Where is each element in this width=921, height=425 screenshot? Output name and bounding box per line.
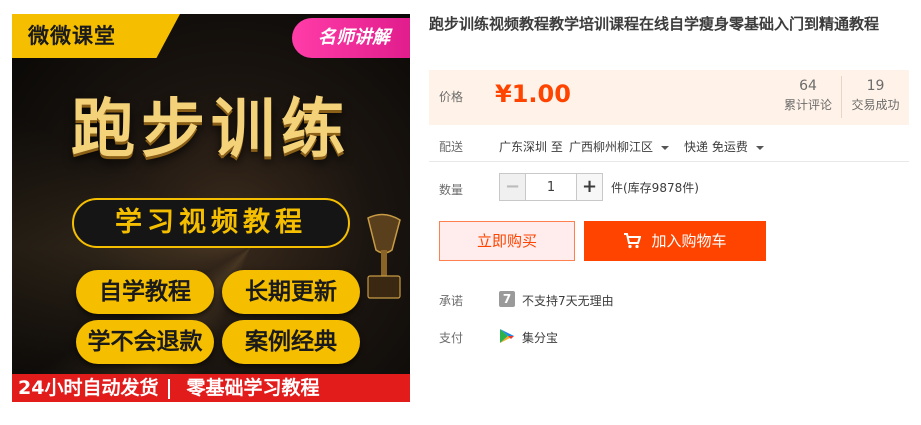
banner-divider xyxy=(168,378,171,399)
promise-label: 承诺 xyxy=(439,294,464,308)
reviews-count: 64 xyxy=(799,78,817,94)
shipping-destination-select[interactable]: 广西柳州柳江区 xyxy=(569,138,670,155)
product-image[interactable]: 微微课堂 名师讲解 跑步训练 学习视频教程 自学教程 长期更新 学不会退款 案例… xyxy=(12,14,410,402)
shipping-row: 配送 广东深圳 至 广西柳州柳江区 快递 免运费 xyxy=(429,130,909,162)
teacher-badge: 名师讲解 xyxy=(292,18,410,58)
banner-text: 24小时自动发货 xyxy=(18,377,159,399)
jifenbao-icon xyxy=(500,329,514,343)
quantity-decrease-button[interactable]: − xyxy=(500,174,526,200)
shipping-destination: 广西柳州柳江区 xyxy=(569,140,654,154)
stock-text: 件(库存9878件) xyxy=(611,181,699,195)
quantity-stepper: − + xyxy=(499,173,603,201)
seven-day-return-icon: 7 xyxy=(499,291,515,307)
reviews-stat[interactable]: 64 累计评论 xyxy=(776,76,840,118)
price-panel: 价格 ¥1.00 64 累计评论 19 交易成功 xyxy=(429,70,909,125)
promise-text[interactable]: 不支持7天无理由 xyxy=(522,292,614,309)
add-to-cart-label: 加入购物车 xyxy=(651,232,727,250)
quantity-label: 数量 xyxy=(439,183,464,197)
poster-main-title: 跑步训练 xyxy=(71,93,351,167)
deals-count: 19 xyxy=(866,78,885,94)
poster-subtitle: 学习视频教程 xyxy=(72,198,350,248)
poster-bottom-banner: 24小时自动发货 零基础学习教程 xyxy=(12,374,410,402)
add-to-cart-button[interactable]: 加入购物车 xyxy=(584,221,766,261)
brand-badge: 微微课堂 xyxy=(12,14,180,58)
payment-label: 支付 xyxy=(439,331,464,345)
shipping-method: 快递 免运费 xyxy=(684,140,748,154)
price-label: 价格 xyxy=(439,90,464,104)
quantity-input[interactable] xyxy=(526,174,576,200)
poster-tag: 案例经典 xyxy=(222,320,360,364)
banner-text: 零基础学习教程 xyxy=(186,377,320,399)
cart-icon xyxy=(624,233,642,249)
buy-now-button[interactable]: 立即购买 xyxy=(439,221,575,261)
quantity-increase-button[interactable]: + xyxy=(576,174,602,200)
shipping-label: 配送 xyxy=(439,140,464,154)
reviews-label: 累计评论 xyxy=(783,98,832,112)
deals-stat: 19 交易成功 xyxy=(841,76,909,118)
poster-tag: 学不会退款 xyxy=(76,320,214,364)
shipping-from: 广东深圳 至 xyxy=(499,140,563,154)
payment-text[interactable]: 集分宝 xyxy=(522,329,558,346)
chevron-down-icon xyxy=(661,145,670,150)
product-title: 跑步训练视频教程教学培训课程在线自学瘦身零基础入门到精通教程 xyxy=(429,15,880,33)
shipping-method-select[interactable]: 快递 免运费 xyxy=(684,138,764,155)
deals-label: 交易成功 xyxy=(851,98,900,112)
phonograph-icon xyxy=(367,213,401,299)
poster-tag: 长期更新 xyxy=(222,270,360,314)
price-value: ¥1.00 xyxy=(495,80,571,108)
poster-tag: 自学教程 xyxy=(76,270,214,314)
chevron-down-icon xyxy=(755,145,764,150)
